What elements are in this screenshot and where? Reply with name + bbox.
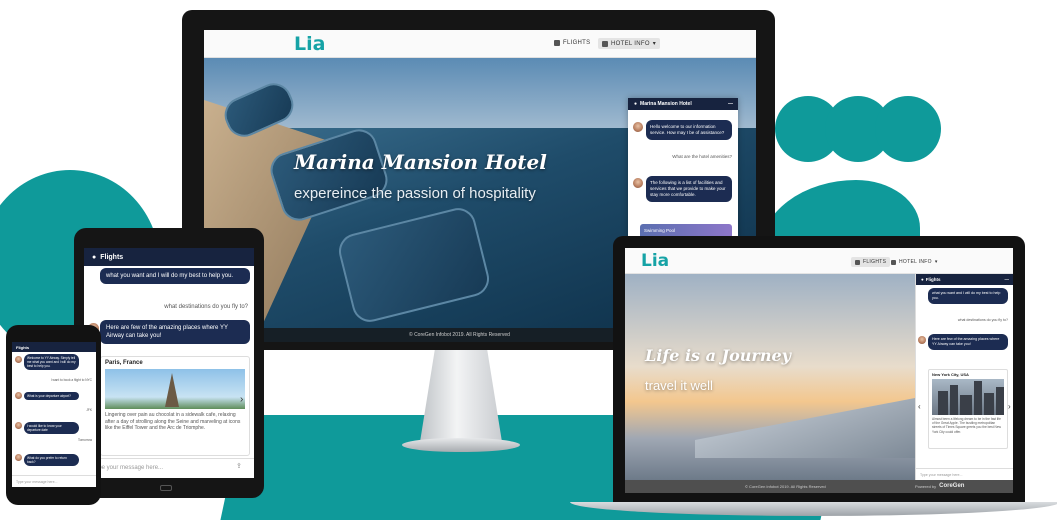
nav-flights[interactable]: FLIGHTS <box>851 257 891 267</box>
bot-message: what you want and I will do my best to h… <box>100 268 250 284</box>
city-skyline-image <box>984 393 994 415</box>
bot-message: Here are few of the amazing places where… <box>928 334 1008 350</box>
nav-hotel-info[interactable]: HOTEL INFO ▾ <box>891 259 938 265</box>
card-title: New York City, USA <box>932 372 969 377</box>
bot-message: I would like to know your departure date <box>24 422 79 434</box>
destination-card[interactable]: New York City, USA Almost been a lifelon… <box>928 369 1008 449</box>
monitor-base <box>402 438 520 452</box>
city-skyline-image <box>950 385 958 415</box>
minimize-icon[interactable]: — <box>728 101 733 107</box>
brand-logo[interactable]: Lia <box>641 251 669 271</box>
bot-message: what you want and I will do my best to h… <box>928 288 1008 304</box>
message-input[interactable]: Type your message here... <box>12 475 96 487</box>
laptop-screen: Life is a Journey travel it well Lia FLI… <box>625 248 1013 493</box>
city-skyline-image <box>938 391 948 415</box>
chat-header-title: Flights <box>100 253 124 261</box>
nav-flights-label: FLIGHTS <box>863 259 887 265</box>
user-message: JFK <box>86 408 92 412</box>
message-input[interactable]: Type your message here... <box>916 468 1013 480</box>
footer-copyright: © CoreGen Infobot 2019. All Rights Reser… <box>409 332 510 338</box>
upload-icon[interactable]: ⇪ <box>236 462 242 470</box>
carousel-prev-icon[interactable]: ‹ <box>918 402 921 411</box>
nav-hotel-info-label: HOTEL INFO <box>611 40 650 47</box>
bot-avatar <box>633 178 643 188</box>
bot-message: Here are few of the amazing places where… <box>100 320 250 344</box>
user-message: what destinations do you fly to? <box>164 304 248 310</box>
eiffel-tower-image <box>165 373 179 407</box>
desktop-navbar: Lia FLIGHTS HOTEL INFO ▾ <box>204 30 756 58</box>
chevron-down-icon: ▾ <box>652 41 657 47</box>
plane-icon <box>855 259 860 265</box>
chat-bubble-icon: ● <box>921 277 924 282</box>
chat-widget: ● Flights — what you want and I will do … <box>915 274 1013 480</box>
bot-message: What do you prefer to return back? <box>24 454 79 466</box>
city-skyline-image <box>974 381 982 415</box>
carousel-next-icon[interactable]: › <box>240 394 243 405</box>
laptop-navbar: Lia FLIGHTS HOTEL INFO ▾ <box>625 248 1013 274</box>
bot-message: Hello welcome to our information service… <box>646 120 732 140</box>
bot-message: What is your departure airport? <box>24 392 79 400</box>
message-input[interactable]: Type your message here... <box>84 458 254 478</box>
bot-avatar <box>918 336 926 344</box>
decorative-dot <box>875 96 941 162</box>
card-image <box>932 379 1004 415</box>
bot-avatar <box>633 122 643 132</box>
powered-by-brand: CoreGen <box>939 483 965 489</box>
chevron-down-icon: ▾ <box>934 259 938 265</box>
bot-message: The following is a list of facilities an… <box>646 176 732 202</box>
bot-avatar <box>15 454 22 461</box>
chat-header[interactable]: ● Marina Mansion Hotel — <box>628 98 738 110</box>
chat-bubble-icon: ● <box>92 253 97 261</box>
carousel-next-icon[interactable]: › <box>1008 402 1011 411</box>
monitor-stand <box>420 350 502 442</box>
destination-card[interactable]: Paris, France Lingering over pain au cho… <box>100 356 250 456</box>
bot-message: Welcome to YY Airway. Simply tell me wha… <box>24 354 79 370</box>
home-button <box>160 485 172 491</box>
card-description: Almost been a lifelong dream to be in th… <box>932 417 1001 434</box>
chat-header-title: Flights <box>16 344 30 350</box>
bot-avatar <box>15 422 22 429</box>
chat-widget: ● Marina Mansion Hotel — Hello welcome t… <box>628 98 738 243</box>
card-description: Lingering over pain au chocolat in a sid… <box>105 412 241 431</box>
powered-by: Powered by CoreGen <box>915 483 964 489</box>
laptop-footer: © CoreGen Infobot 2019. All Rights Reser… <box>625 480 1013 493</box>
nav-flights-label: FLIGHTS <box>563 40 591 46</box>
phone-screen: Flights Welcome to YY Airway. Simply tel… <box>12 342 96 487</box>
city-skyline-image <box>960 395 972 415</box>
user-message: Tomorrow <box>78 438 92 442</box>
hero-title: Life is a Journey <box>645 346 791 365</box>
hero-subtitle: travel it well <box>645 378 713 393</box>
nav-flights[interactable]: FLIGHTS <box>554 40 590 46</box>
brand-logo[interactable]: Lia <box>294 33 325 55</box>
chat-bubble-icon: ● <box>634 101 638 107</box>
bot-avatar <box>15 392 22 399</box>
city-skyline-image <box>996 387 1004 415</box>
chat-header[interactable]: ● Flights — <box>916 274 1013 285</box>
card-image <box>105 369 245 409</box>
building-icon <box>602 40 608 47</box>
hero-title: Marina Mansion Hotel <box>294 150 547 174</box>
powered-by-label: Powered by <box>915 483 937 489</box>
hero-subtitle: expereince the passion of hospitality <box>294 185 536 202</box>
nav-hotel-info[interactable]: HOTEL INFO ▾ <box>598 38 661 49</box>
user-message: I want to book a flight to NYC <box>50 378 92 382</box>
plane-icon <box>554 40 560 46</box>
minimize-icon[interactable]: — <box>1005 277 1010 282</box>
nav-hotel-info-label: HOTEL INFO <box>899 259 932 265</box>
footer-copyright: © CoreGen Infobot 2019. All Rights Reser… <box>745 484 826 489</box>
chat-header-title: Marina Mansion Hotel <box>640 101 692 107</box>
bot-avatar <box>15 356 22 363</box>
chat-header-title: Flights <box>925 277 941 282</box>
user-message: what destinations do you fly to? <box>957 318 1008 322</box>
tablet-screen: ● Flights what you want and I will do my… <box>84 248 254 478</box>
chat-header[interactable]: Flights <box>12 342 96 352</box>
chat-header[interactable]: ● Flights <box>84 248 254 266</box>
card-title: Paris, France <box>105 360 143 366</box>
building-icon <box>891 259 896 265</box>
user-message: What are the hotel amenities? <box>672 154 732 159</box>
